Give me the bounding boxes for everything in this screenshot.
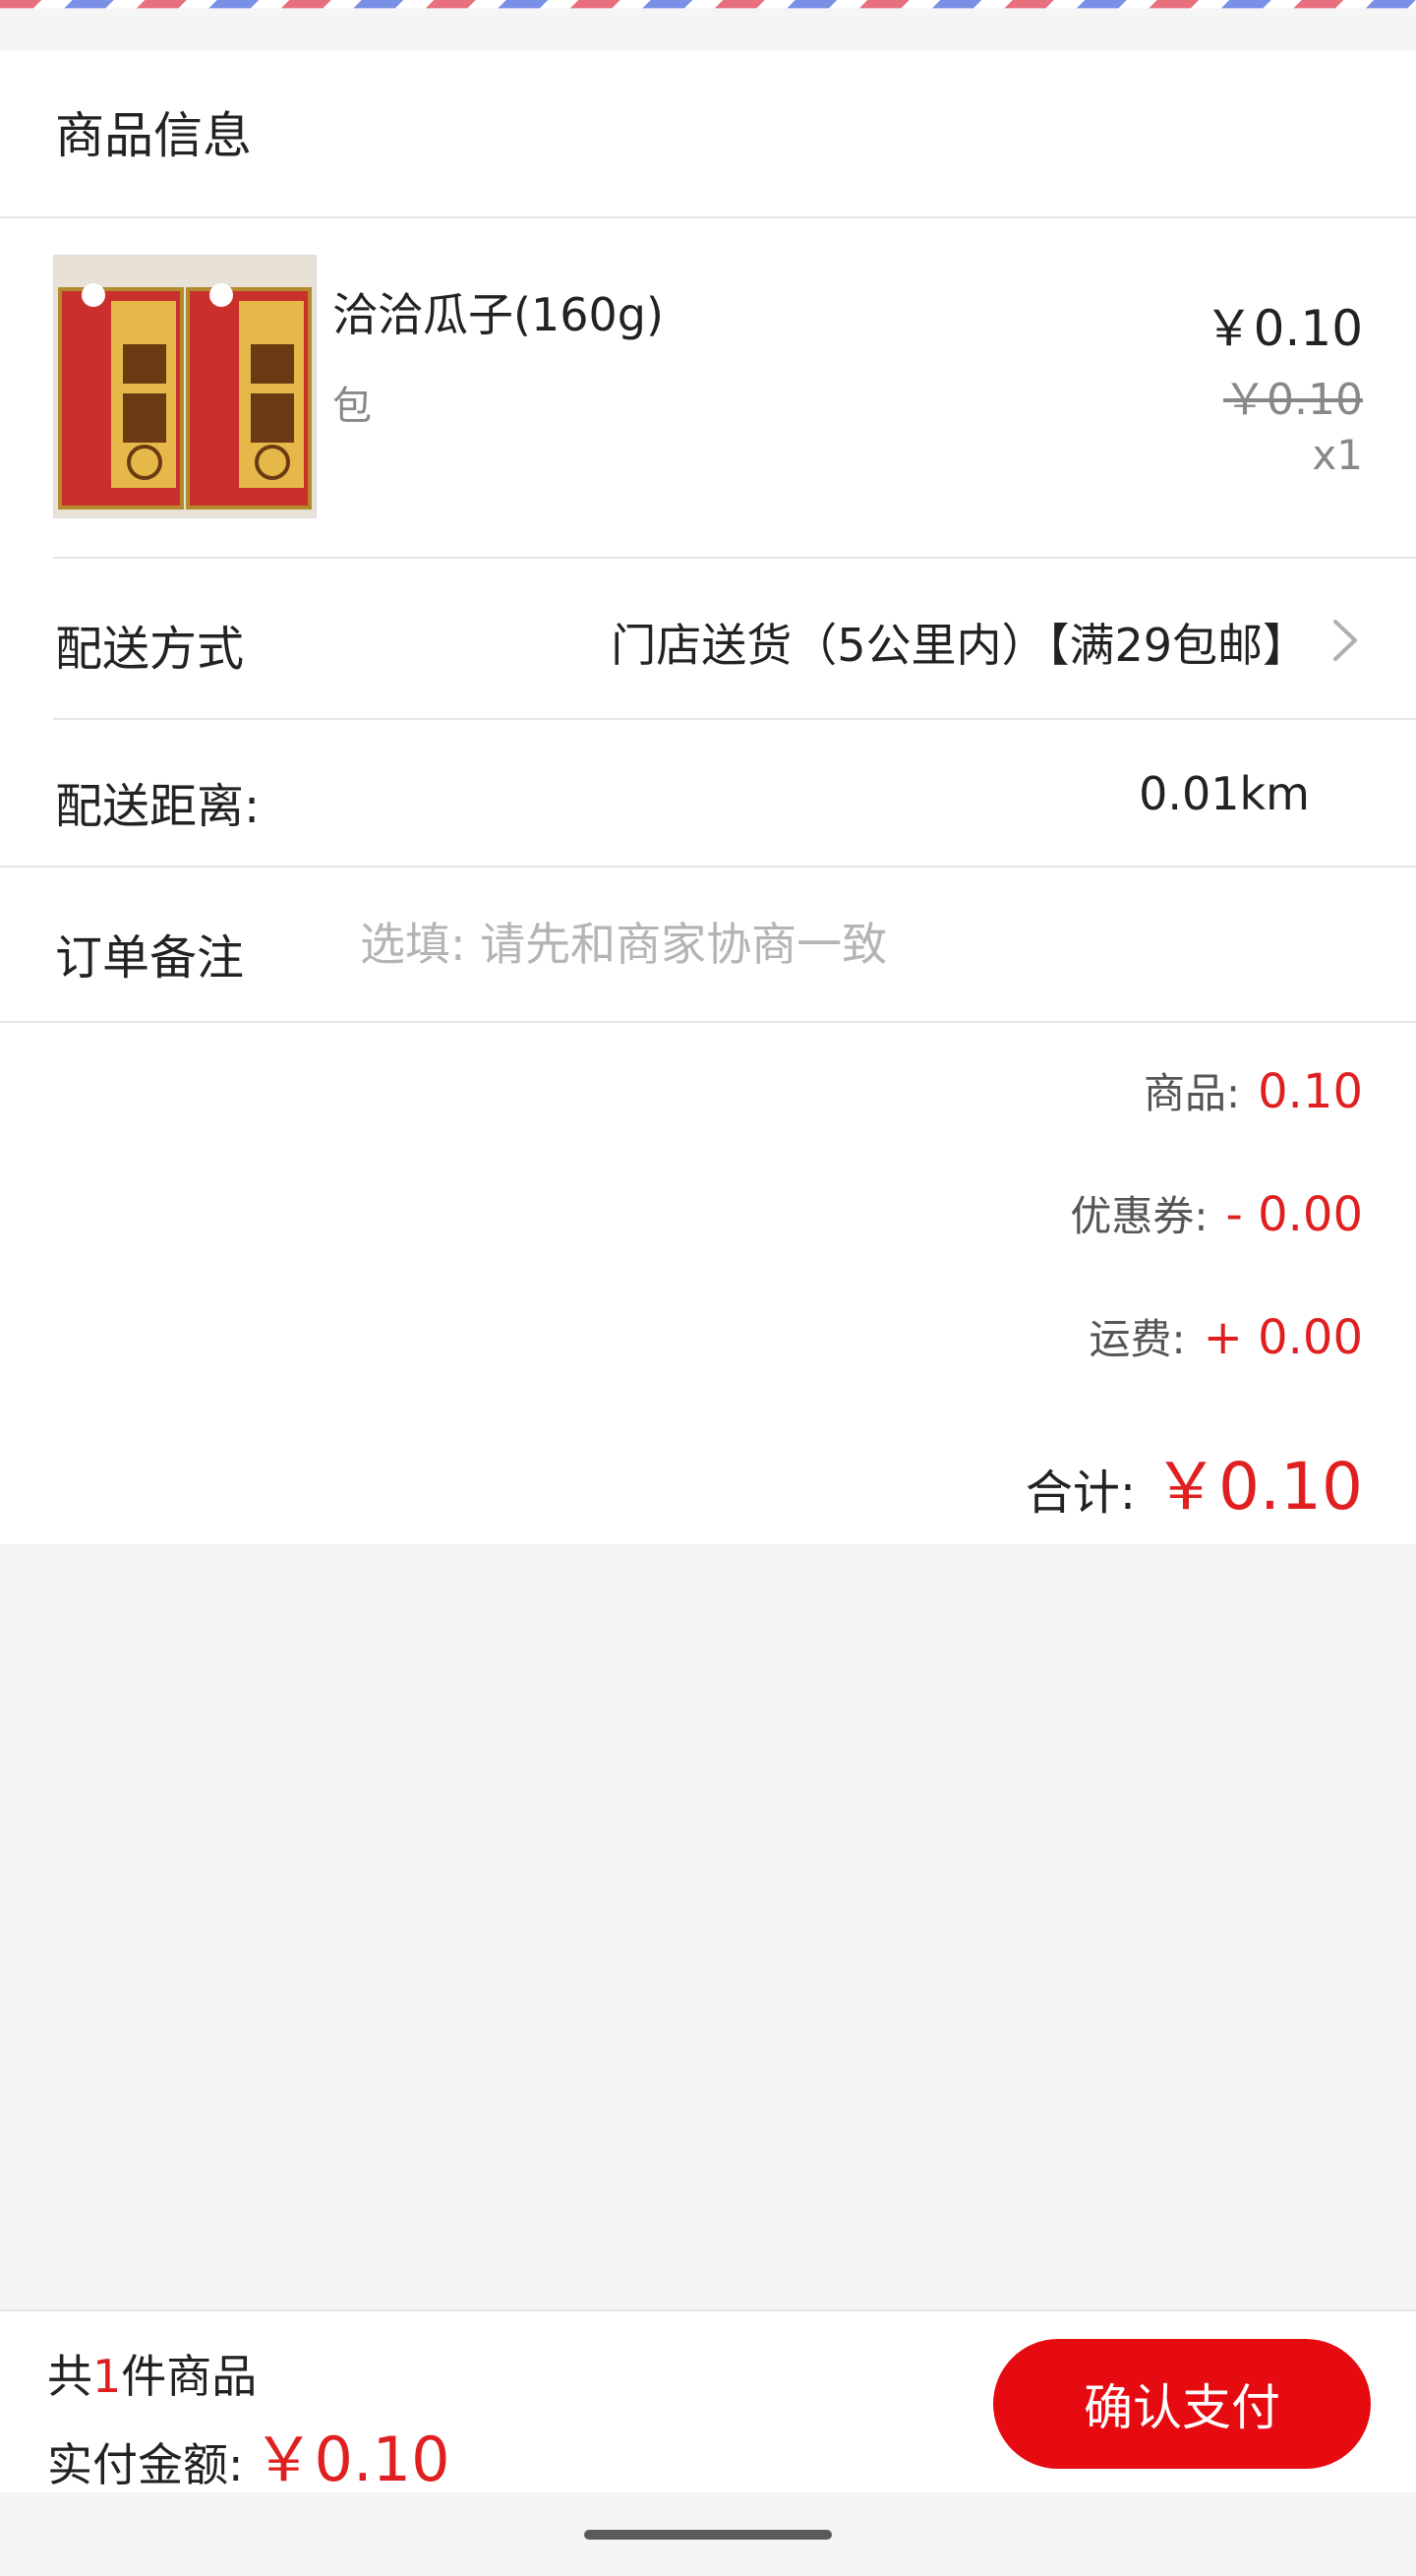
summary-shipping: 运费: + 0.00 <box>1089 1306 1363 1366</box>
section-header: 商品信息 <box>0 51 1416 218</box>
item-count: 共1件商品 <box>47 2341 257 2406</box>
product-item[interactable]: 洽洽瓜子(160g) 包 ￥0.10 ￥0.10 x1 <box>0 218 1416 557</box>
home-indicator[interactable] <box>584 2530 832 2540</box>
divider <box>53 557 1416 559</box>
delivery-distance-row: 配送距离: 0.01km <box>0 718 1416 866</box>
summary-total-value: ￥0.10 <box>1153 1449 1363 1525</box>
summary-goods-label: 商品: <box>1143 1069 1241 1117</box>
product-name: 洽洽瓜子(160g) <box>332 288 664 341</box>
product-unit: 包 <box>332 384 372 429</box>
order-remark-label: 订单备注 <box>55 930 245 986</box>
airmail-stripe <box>0 0 1416 9</box>
summary-coupon[interactable]: 优惠券: - 0.00 <box>1070 1183 1363 1243</box>
product-photo-icon <box>54 256 316 517</box>
section-title: 商品信息 <box>55 107 252 164</box>
confirm-payment-button[interactable]: 确认支付 <box>993 2339 1371 2469</box>
product-original-price: ￥0.10 <box>1223 375 1363 425</box>
delivery-distance-value: 0.01km <box>1139 767 1310 820</box>
checkout-bar: 共1件商品 实付金额: ￥0.10 确认支付 <box>0 2309 1416 2495</box>
delivery-method-value: 门店送货（5公里内）【满29包邮】 <box>611 619 1308 672</box>
summary-goods-value: 0.10 <box>1258 1064 1363 1119</box>
chevron-right-icon[interactable] <box>1326 616 1365 665</box>
summary-coupon-value: - 0.00 <box>1225 1187 1363 1242</box>
summary-goods: 商品: 0.10 <box>1144 1060 1363 1120</box>
item-count-value: 1 <box>92 2350 122 2403</box>
delivery-method-row[interactable]: 配送方式 门店送货（5公里内）【满29包邮】 <box>0 557 1416 718</box>
summary-shipping-label: 运费: <box>1089 1315 1186 1363</box>
order-remark-input[interactable] <box>360 905 1353 984</box>
item-count-suffix: 件商品 <box>121 2350 258 2403</box>
divider <box>53 718 1416 720</box>
order-remark-row: 订单备注 <box>0 866 1416 1021</box>
summary-total: 合计: ￥0.10 <box>1026 1434 1363 1528</box>
price-summary: 商品: 0.10 优惠券: - 0.00 运费: + 0.00 合计: ￥0.1… <box>0 1021 1416 1544</box>
amount-payable-value: ￥0.10 <box>253 2424 450 2495</box>
order-confirm-page: 商品信息 洽洽瓜子(160g) 包 ￥0.10 ￥0.10 x1 配送方式 门店… <box>0 0 1416 2576</box>
product-quantity: x1 <box>1312 431 1363 479</box>
item-count-prefix: 共 <box>47 2350 92 2403</box>
delivery-method-label: 配送方式 <box>55 622 245 677</box>
summary-shipping-value: + 0.00 <box>1203 1310 1363 1365</box>
product-image[interactable] <box>53 255 317 518</box>
product-price: ￥0.10 <box>1204 300 1363 357</box>
summary-total-label: 合计: <box>1025 1466 1137 1521</box>
divider <box>0 866 1416 868</box>
amount-payable: 实付金额: ￥0.10 <box>47 2410 450 2498</box>
delivery-distance-label: 配送距离: <box>55 779 261 834</box>
divider <box>0 1021 1416 1023</box>
amount-payable-label: 实付金额: <box>47 2438 244 2491</box>
summary-coupon-label: 优惠券: <box>1070 1192 1209 1240</box>
